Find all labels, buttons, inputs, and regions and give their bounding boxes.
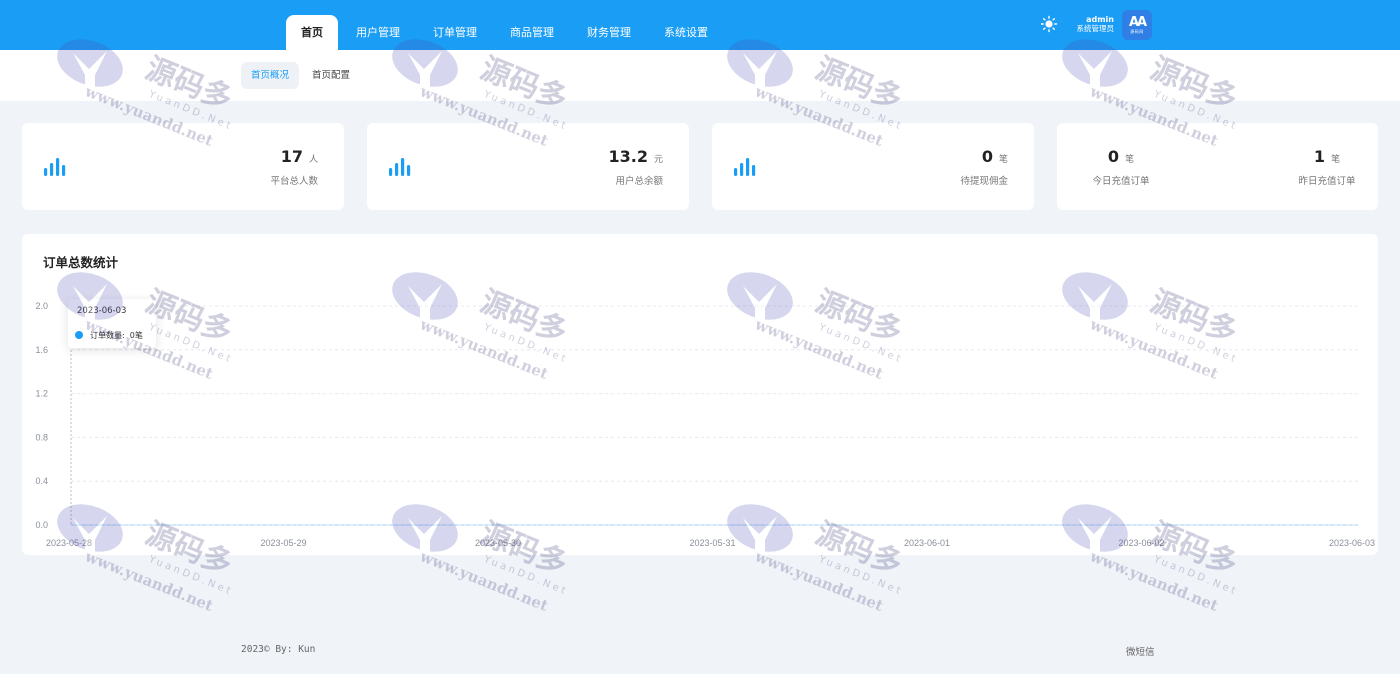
stat-block: 17 人 平台总人数 (270, 147, 318, 187)
stat-value: 13.2 (608, 147, 648, 166)
stat-card-pending-withdrawal: 0笔 待提现佣金 (712, 123, 1034, 210)
svg-text:YuanDD.Net: YuanDD.Net (1151, 554, 1239, 598)
footer-link[interactable]: 微短信 (1126, 644, 1155, 658)
stat-block: 13.2 元 用户总余额 (609, 147, 664, 187)
stat-value: 0 (1107, 147, 1120, 166)
stat-card-total-balance: 13.2 元 用户总余额 (367, 123, 689, 210)
nav-product-management[interactable]: 商品管理 (495, 15, 569, 50)
stat-block: 0笔 待提现佣金 (960, 147, 1008, 187)
nav-user-management[interactable]: 用户管理 (341, 15, 415, 50)
svg-text:www.yuandd.net: www.yuandd.net (752, 547, 886, 615)
bar-chart-icon (44, 158, 66, 176)
tooltip-date: 2023-06-03 (77, 306, 127, 316)
stat-unit: 笔 (1331, 155, 1341, 165)
top-bar: 首页 用户管理 订单管理 商品管理 财务管理 系统设置 admin 系统管理员 … (0, 0, 1400, 50)
x-tick-label: 2023-06-02 (1119, 538, 1165, 548)
avatar-logo: AA (1128, 14, 1147, 30)
x-tick-label: 2023-06-03 (1329, 538, 1375, 548)
stat-value: 0 (981, 147, 993, 166)
x-tick-label: 2023-06-01 (904, 538, 950, 548)
user-name: admin (1086, 15, 1114, 24)
stat-value: 17 (280, 147, 303, 166)
stat-card-total-users: 17 人 平台总人数 (22, 123, 344, 210)
stat-card-recharge-orders: 0笔 今日充值订单 1笔 昨日充值订单 (1057, 123, 1378, 210)
bar-chart-icon (389, 158, 411, 176)
tab-home-config[interactable]: 首页配置 (302, 62, 360, 89)
stat-unit: 笔 (1125, 155, 1135, 165)
stat-value: 1 (1313, 147, 1326, 166)
y-tick-label: 0.8 (35, 432, 48, 442)
footer-copyright: 2023© By: Kun (241, 644, 316, 655)
stat-label: 今日充值订单 (1092, 176, 1150, 187)
x-tick-label: 2023-05-29 (261, 538, 307, 548)
stat-block-yesterday: 1笔 昨日充值订单 (1283, 147, 1371, 187)
sub-tab-bar: 首页概况 首页配置 (0, 50, 1400, 101)
nav-order-management[interactable]: 订单管理 (418, 15, 492, 50)
y-tick-label: 0.0 (35, 520, 48, 530)
order-line-chart[interactable]: 0.0 0.4 0.8 1.2 1.6 2.0 2023-05-28 2023-05-29 20… (22, 234, 1378, 555)
bar-chart-icon (734, 158, 756, 176)
y-tick-label: 1.2 (35, 389, 48, 399)
user-role: 系统管理员 (1076, 24, 1115, 33)
stat-label: 昨日充值订单 (1298, 176, 1356, 187)
stat-block-today: 0笔 今日充值订单 (1077, 147, 1165, 187)
tooltip-series-name: 订单数量: (90, 331, 125, 340)
user-info[interactable]: admin 系统管理员 (1060, 15, 1115, 33)
sun-icon[interactable] (1040, 15, 1058, 33)
series-dot-icon (75, 331, 83, 339)
avatar[interactable]: AA 源码网 (1122, 10, 1152, 40)
tab-home-overview[interactable]: 首页概况 (241, 62, 300, 89)
stat-unit: 笔 (998, 155, 1008, 165)
y-tick-label: 2.0 (35, 301, 48, 311)
nav-system-settings[interactable]: 系统设置 (649, 15, 723, 50)
nav-finance-management[interactable]: 财务管理 (572, 15, 646, 50)
x-tick-label: 2023-05-28 (46, 538, 92, 548)
y-tick-label: 0.4 (35, 476, 48, 486)
order-chart-card: 订单总数统计 0.0 0.4 0.8 1.2 1.6 2.0 2023-05-28 2023-… (22, 234, 1378, 555)
svg-text:YuanDD.Net: YuanDD.Net (146, 554, 234, 598)
x-tick-label: 2023-05-30 (475, 538, 521, 548)
stat-label: 待提现佣金 (960, 176, 1008, 187)
tooltip-series-value: 0笔 (129, 331, 143, 340)
stat-label: 用户总余额 (615, 176, 663, 187)
stat-unit: 人 (308, 155, 318, 165)
svg-text:YuanDD.Net: YuanDD.Net (816, 554, 904, 598)
chart-tooltip: 2023-06-03 订单数量: 0笔 (68, 299, 156, 348)
tooltip-value: 订单数量: 0笔 (90, 330, 143, 341)
svg-text:www.yuandd.net: www.yuandd.net (82, 547, 216, 615)
svg-text:www.yuandd.net: www.yuandd.net (1087, 547, 1221, 615)
nav-home[interactable]: 首页 (286, 15, 338, 50)
stat-label: 平台总人数 (270, 176, 318, 187)
avatar-logo-text: 源码网 (1130, 28, 1144, 34)
main-nav: 首页 用户管理 订单管理 商品管理 财务管理 系统设置 (286, 15, 726, 50)
svg-text:www.yuandd.net: www.yuandd.net (417, 547, 551, 615)
x-tick-label: 2023-05-31 (690, 538, 736, 548)
stat-unit: 元 (653, 155, 663, 165)
y-tick-label: 1.6 (35, 345, 48, 355)
svg-text:YuanDD.Net: YuanDD.Net (481, 554, 569, 598)
